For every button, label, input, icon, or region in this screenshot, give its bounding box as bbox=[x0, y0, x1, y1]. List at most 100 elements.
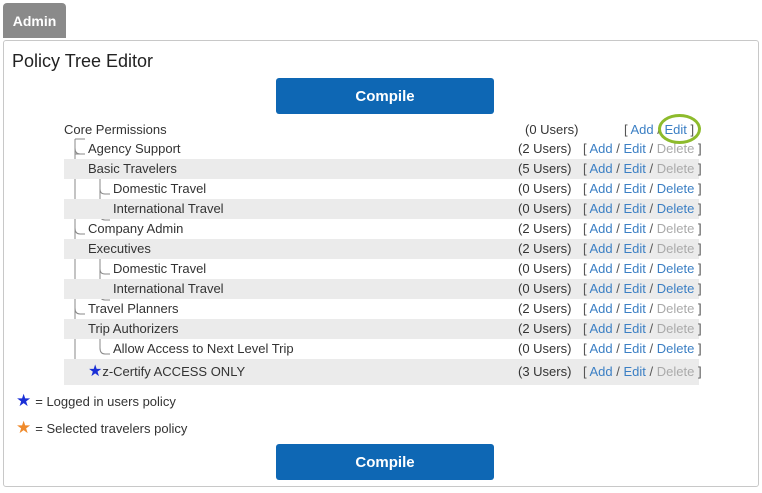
policy-actions: [ Add / Edit / Delete ] bbox=[583, 161, 702, 176]
policy-user-count: (2 Users) bbox=[518, 221, 572, 236]
delete-link: Delete bbox=[656, 161, 695, 176]
legend-selected: ★ = Selected travelers policy bbox=[16, 418, 187, 438]
policy-user-count: (2 Users) bbox=[518, 241, 572, 256]
policy-actions: [ Add / Edit / Delete ] bbox=[583, 241, 702, 256]
policy-user-count: (0 Users) bbox=[518, 281, 572, 296]
compile-button-top[interactable]: Compile bbox=[276, 78, 494, 114]
policy-actions: [ Add / Edit / Delete ] bbox=[583, 341, 702, 356]
policy-name[interactable]: Basic Travelers bbox=[88, 159, 177, 179]
blue-star-icon: ★ bbox=[16, 391, 32, 410]
policy-actions: [ Add / Edit / Delete ] bbox=[583, 221, 702, 236]
delete-link[interactable]: Delete bbox=[657, 261, 695, 276]
policy-user-count: (3 Users) bbox=[518, 364, 572, 379]
edit-link[interactable]: Edit bbox=[665, 122, 687, 137]
tree-row-basic-travelers: Basic Travelers (5 Users) [ Add / Edit /… bbox=[64, 159, 702, 179]
edit-link[interactable]: Edit bbox=[624, 341, 646, 356]
policy-actions: [ Add / Edit / Delete ] bbox=[583, 181, 702, 196]
add-link[interactable]: Add bbox=[590, 364, 613, 379]
tree-row-company-admin: Company Admin (2 Users) [ Add / Edit / D… bbox=[64, 219, 702, 239]
tree-row-domestic-travel: Domestic Travel (0 Users) [ Add / Edit /… bbox=[64, 179, 702, 199]
policy-user-count: (0 Users) bbox=[518, 261, 572, 276]
delete-link[interactable]: Delete bbox=[657, 181, 695, 196]
orange-star-icon: ★ bbox=[16, 418, 32, 437]
policy-name[interactable]: Agency Support bbox=[88, 139, 181, 159]
policy-user-count: (5 Users) bbox=[518, 161, 572, 176]
add-link[interactable]: Add bbox=[631, 122, 654, 137]
policy-actions: [ Add / Edit / Delete ] bbox=[583, 261, 702, 276]
policy-name[interactable]: International Travel bbox=[113, 279, 224, 299]
policy-name[interactable]: Company Admin bbox=[88, 219, 183, 239]
policy-user-count: (0 Users) bbox=[518, 341, 572, 356]
policy-user-count: (2 Users) bbox=[518, 301, 572, 316]
admin-tab[interactable]: Admin bbox=[3, 3, 66, 38]
policy-actions: [ Add / Edit ] bbox=[624, 122, 695, 137]
tree-row-executives: Executives (2 Users) [ Add / Edit / Dele… bbox=[64, 239, 702, 259]
add-link[interactable]: Add bbox=[590, 321, 613, 336]
add-link[interactable]: Add bbox=[590, 201, 613, 216]
policy-name[interactable]: Trip Authorizers bbox=[88, 319, 179, 339]
edit-link[interactable]: Edit bbox=[624, 201, 646, 216]
delete-link: Delete bbox=[656, 321, 695, 336]
edit-link[interactable]: Edit bbox=[624, 161, 646, 176]
add-link[interactable]: Add bbox=[590, 281, 613, 296]
edit-link[interactable]: Edit bbox=[624, 241, 646, 256]
policy-actions: [ Add / Edit / Delete ] bbox=[583, 364, 702, 379]
policy-name[interactable]: Allow Access to Next Level Trip bbox=[113, 339, 294, 359]
policy-name-wrapper[interactable]: ★z-Certify ACCESS ONLY bbox=[88, 359, 245, 385]
legend-selected-label: = Selected travelers policy bbox=[35, 421, 188, 436]
delete-link[interactable]: Delete bbox=[657, 341, 695, 356]
delete-link[interactable]: Delete bbox=[657, 281, 695, 296]
policy-user-count: (0 Users) bbox=[525, 122, 579, 137]
policy-actions: [ Add / Edit / Delete ] bbox=[583, 141, 702, 156]
legend-logged-in-label: = Logged in users policy bbox=[35, 394, 176, 409]
tree-row-international-travel: International Travel (0 Users) [ Add / E… bbox=[64, 199, 702, 219]
add-link[interactable]: Add bbox=[590, 261, 613, 276]
edit-link[interactable]: Edit bbox=[624, 281, 646, 296]
tree-row-allow-access: Allow Access to Next Level Trip (0 Users… bbox=[64, 339, 702, 359]
delete-link: Delete bbox=[656, 364, 695, 379]
edit-link[interactable]: Edit bbox=[624, 261, 646, 276]
delete-link: Delete bbox=[656, 221, 695, 236]
policy-actions: [ Add / Edit / Delete ] bbox=[583, 301, 702, 316]
add-link[interactable]: Add bbox=[590, 181, 613, 196]
edit-link[interactable]: Edit bbox=[624, 221, 646, 236]
compile-button-bottom[interactable]: Compile bbox=[276, 444, 494, 480]
add-link[interactable]: Add bbox=[590, 301, 613, 316]
policy-actions: [ Add / Edit / Delete ] bbox=[583, 281, 702, 296]
tree-row-domestic-travel: Domestic Travel (0 Users) [ Add / Edit /… bbox=[64, 259, 702, 279]
policy-name[interactable]: Core Permissions bbox=[64, 120, 167, 140]
policy-name[interactable]: Domestic Travel bbox=[113, 179, 206, 199]
tree-row-international-travel: International Travel (0 Users) [ Add / E… bbox=[64, 279, 702, 299]
policy-tree-panel: Policy Tree Editor Compile Core Permissi… bbox=[3, 40, 759, 487]
edit-link[interactable]: Edit bbox=[624, 141, 646, 156]
policy-name[interactable]: z-Certify ACCESS ONLY bbox=[102, 364, 245, 379]
policy-user-count: (0 Users) bbox=[518, 181, 572, 196]
policy-user-count: (0 Users) bbox=[518, 201, 572, 216]
policy-actions: [ Add / Edit / Delete ] bbox=[583, 321, 702, 336]
add-link[interactable]: Add bbox=[590, 241, 613, 256]
policy-name[interactable]: Executives bbox=[88, 239, 151, 259]
policy-user-count: (2 Users) bbox=[518, 141, 572, 156]
add-link[interactable]: Add bbox=[590, 161, 613, 176]
edit-link[interactable]: Edit bbox=[624, 364, 646, 379]
tree-row-core-permissions: Core Permissions (0 Users) [ Add / Edit … bbox=[64, 120, 699, 140]
edit-link[interactable]: Edit bbox=[624, 301, 646, 316]
edit-link[interactable]: Edit bbox=[624, 181, 646, 196]
add-link[interactable]: Add bbox=[590, 141, 613, 156]
tree-row-travel-planners: Travel Planners (2 Users) [ Add / Edit /… bbox=[64, 299, 702, 319]
edit-link[interactable]: Edit bbox=[624, 321, 646, 336]
tree-row-trip-authorizers: Trip Authorizers (2 Users) [ Add / Edit … bbox=[64, 319, 702, 339]
policy-user-count: (2 Users) bbox=[518, 321, 572, 336]
legend-logged-in: ★ = Logged in users policy bbox=[16, 391, 176, 411]
add-link[interactable]: Add bbox=[590, 221, 613, 236]
logged-in-policy-star-icon: ★ bbox=[88, 363, 103, 380]
delete-link: Delete bbox=[656, 301, 695, 316]
policy-name[interactable]: Travel Planners bbox=[88, 299, 179, 319]
delete-link: Delete bbox=[656, 241, 695, 256]
delete-link: Delete bbox=[656, 141, 695, 156]
delete-link[interactable]: Delete bbox=[657, 201, 695, 216]
tree-row-z-certify: ★z-Certify ACCESS ONLY (3 Users) [ Add /… bbox=[64, 359, 702, 385]
policy-name[interactable]: International Travel bbox=[113, 199, 224, 219]
add-link[interactable]: Add bbox=[590, 341, 613, 356]
policy-name[interactable]: Domestic Travel bbox=[113, 259, 206, 279]
